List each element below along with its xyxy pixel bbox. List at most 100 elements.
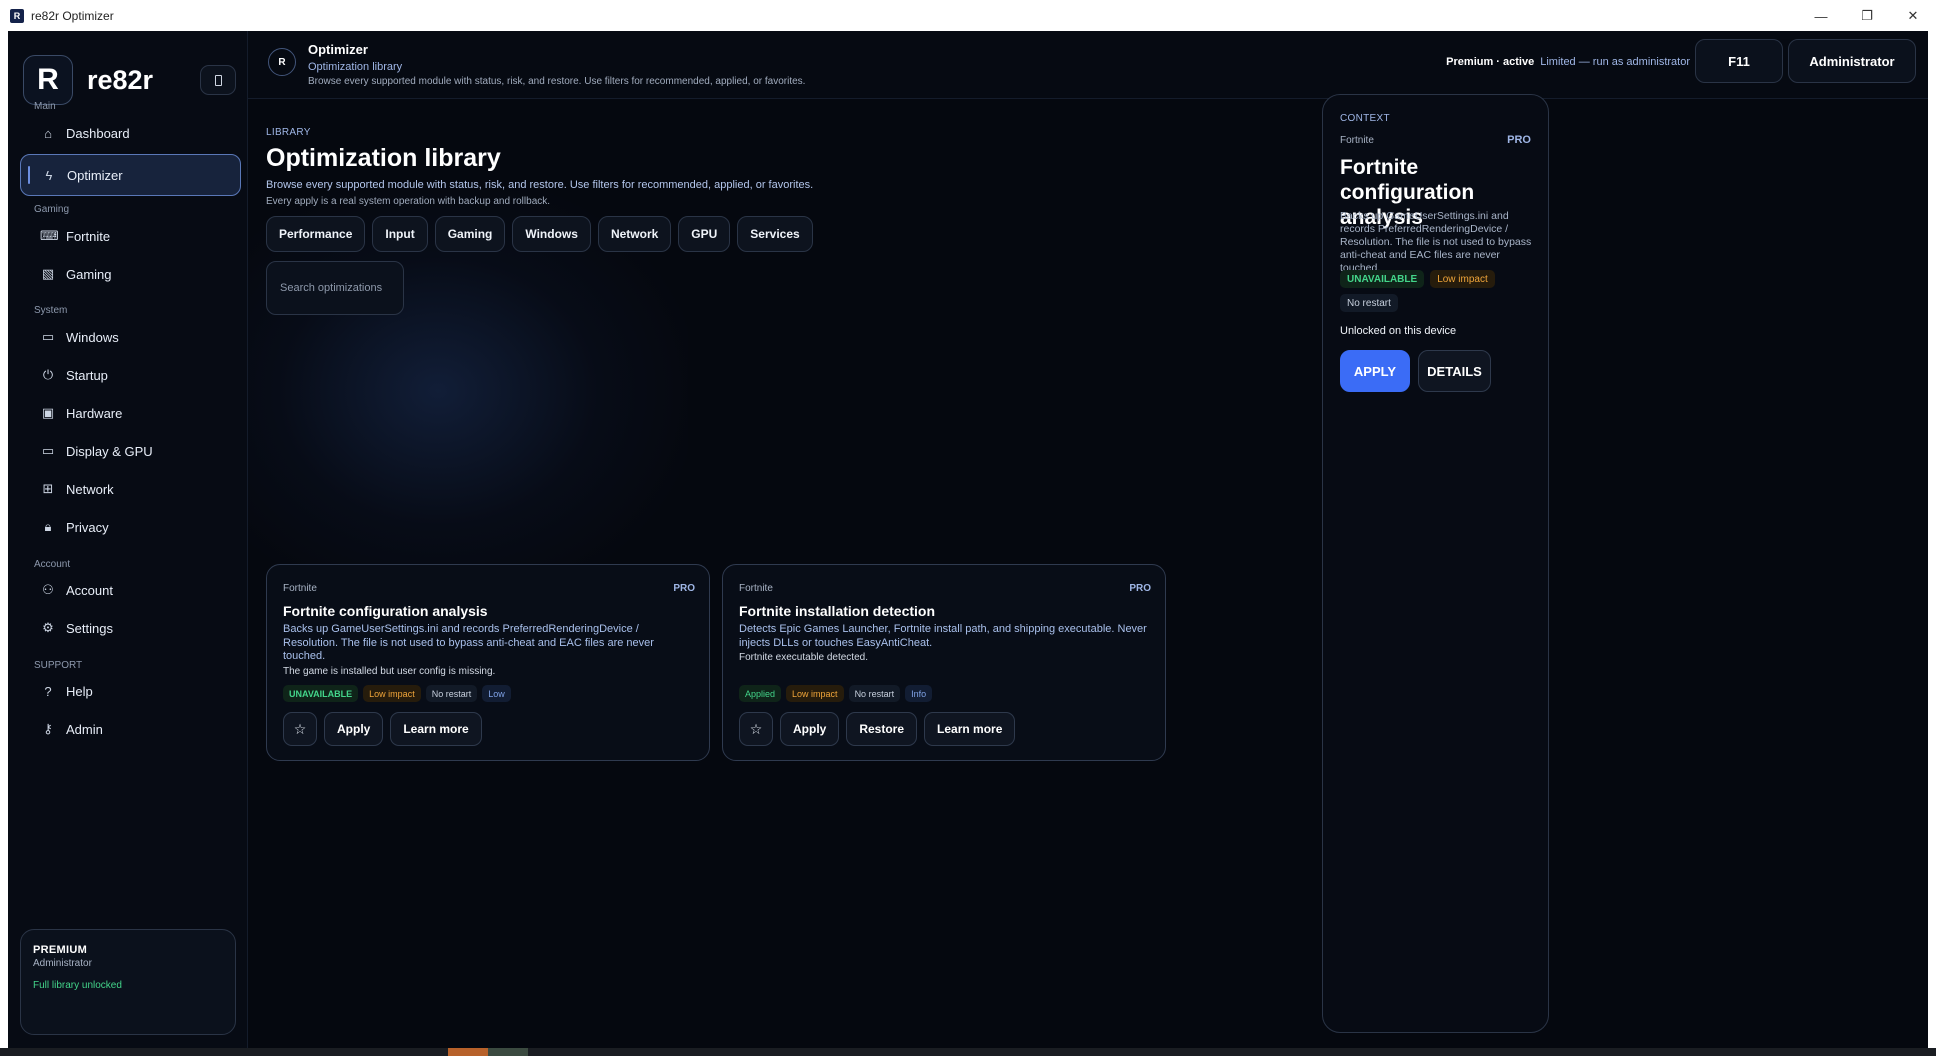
context-tags: UNAVAILABLE Low impact No restart bbox=[1340, 270, 1540, 312]
restore-button[interactable]: ❐ bbox=[1844, 0, 1890, 32]
status-badge: UNAVAILABLE bbox=[1340, 270, 1425, 288]
sidebar-item-optimizer[interactable]: ϟ Optimizer bbox=[20, 154, 241, 196]
sidebar-item-label: Admin bbox=[66, 721, 103, 737]
header-title: Optimizer bbox=[308, 42, 368, 57]
restore-button[interactable]: Restore bbox=[846, 712, 918, 746]
gear-icon: ⚙ bbox=[42, 620, 54, 635]
sidebar-item-dashboard[interactable]: ⌂ Dashboard bbox=[20, 112, 241, 154]
sidebar-item-settings[interactable]: ⚙ Settings bbox=[20, 607, 241, 649]
filter-network[interactable]: Network bbox=[597, 216, 672, 252]
minimize-button[interactable]: — bbox=[1798, 0, 1844, 32]
chip-icon: ▣ bbox=[41, 405, 55, 420]
premium-status: Full library unlocked bbox=[33, 980, 122, 991]
card-description: Backs up GameUserSettings.ini and record… bbox=[283, 623, 654, 662]
monitor-icon: ▭ bbox=[41, 443, 55, 458]
taskbar-app-2[interactable] bbox=[488, 1048, 528, 1056]
favorite-star-icon[interactable]: ☆ bbox=[283, 712, 317, 746]
sidebar-item-label: Network bbox=[66, 481, 114, 497]
home-icon: ⌂ bbox=[44, 125, 52, 141]
sidebar-item-network[interactable]: ⊞ Network bbox=[20, 468, 241, 510]
close-button[interactable]: ✕ bbox=[1890, 0, 1936, 32]
card-note: The game is installed but user config is… bbox=[283, 666, 496, 677]
filter-gpu[interactable]: GPU bbox=[678, 216, 731, 252]
bolt-icon: ϟ bbox=[45, 167, 53, 183]
sidebar-item-privacy[interactable]: 🔒︎ Privacy bbox=[20, 506, 241, 548]
sidebar-item-label: Fortnite bbox=[66, 228, 111, 244]
window-controls: — ❐ ✕ bbox=[1798, 0, 1936, 32]
app-icon: R bbox=[10, 9, 24, 23]
context-actions: APPLY DETAILS bbox=[1340, 350, 1491, 392]
card-category: Fortnite bbox=[283, 583, 317, 594]
sidebar-item-label: Windows bbox=[66, 329, 119, 345]
f11-button[interactable]: F11 bbox=[1695, 39, 1783, 83]
premium-card: PREMIUM Administrator Full library unloc… bbox=[20, 929, 236, 1035]
context-apply-button[interactable]: APPLY bbox=[1340, 350, 1410, 392]
user-icon: ⚇ bbox=[42, 582, 54, 597]
sidebar-collapse-button[interactable] bbox=[200, 65, 236, 95]
taskbar-app-1[interactable] bbox=[448, 1048, 488, 1056]
sidebar-item-hardware[interactable]: ▣ Hardware bbox=[20, 392, 241, 434]
premium-role: Administrator bbox=[33, 958, 92, 969]
risk-badge: Info bbox=[905, 685, 933, 702]
brand-logo: R bbox=[23, 55, 73, 105]
administrator-button[interactable]: Administrator bbox=[1788, 39, 1916, 83]
impact-badge: Low impact bbox=[786, 685, 844, 702]
sidebar-item-help[interactable]: ? Help bbox=[20, 670, 241, 712]
filter-services[interactable]: Services bbox=[737, 216, 813, 252]
filter-performance[interactable]: Performance bbox=[266, 216, 366, 252]
library-description: Browse every supported module with statu… bbox=[266, 179, 814, 191]
filter-input[interactable]: Input bbox=[372, 216, 428, 252]
question-icon: ? bbox=[44, 683, 52, 699]
filter-windows[interactable]: Windows bbox=[512, 216, 591, 252]
apply-button[interactable]: Apply bbox=[324, 712, 384, 746]
sidebar-item-gaming[interactable]: ▧ Gaming bbox=[20, 253, 241, 295]
search-input[interactable] bbox=[266, 261, 404, 315]
lock-icon: 🔒︎ bbox=[44, 519, 52, 534]
optimization-card-config-analysis[interactable]: Fortnite PRO Fortnite configuration anal… bbox=[266, 564, 710, 761]
learn-more-button[interactable]: Learn more bbox=[390, 712, 482, 746]
favorite-star-icon[interactable]: ☆ bbox=[739, 712, 773, 746]
card-tags: Applied Low impact No restart Info bbox=[739, 685, 933, 702]
app-window: R re82r Main ⌂ Dashboard ϟ Optimizer Gam… bbox=[8, 31, 1928, 1048]
brand-name: re82r bbox=[87, 64, 154, 95]
restart-badge: No restart bbox=[1340, 294, 1398, 312]
sidebar-item-label: Privacy bbox=[66, 519, 109, 535]
nav-section-main: Main bbox=[34, 101, 56, 112]
sidebar-item-label: Account bbox=[66, 582, 113, 598]
sidebar-item-admin[interactable]: ⚷ Admin bbox=[20, 708, 241, 750]
filter-gaming[interactable]: Gaming bbox=[434, 216, 506, 252]
sidebar-item-label: Gaming bbox=[66, 266, 112, 282]
unlocked-status: Unlocked on this device bbox=[1340, 325, 1457, 337]
card-tier-badge: PRO bbox=[1129, 583, 1151, 594]
filter-bar: Performance Input Gaming Windows Network… bbox=[266, 216, 813, 252]
learn-more-button[interactable]: Learn more bbox=[924, 712, 1016, 746]
apply-button[interactable]: Apply bbox=[780, 712, 840, 746]
sidebar-item-label: Optimizer bbox=[67, 167, 123, 183]
sidebar-item-windows[interactable]: ▭ Windows bbox=[20, 316, 241, 358]
gamepad-icon: ⌨ bbox=[40, 228, 59, 243]
card-actions: ☆ Apply Restore Learn more bbox=[739, 712, 1016, 746]
sidebar-item-account[interactable]: ⚇ Account bbox=[20, 569, 241, 611]
header-description: Browse every supported module with statu… bbox=[308, 76, 806, 87]
sidebar-item-fortnite[interactable]: ⌨ Fortnite bbox=[20, 215, 241, 257]
header-subtitle: Optimization library bbox=[308, 61, 403, 73]
sidebar-item-startup[interactable]: ⏻ Startup bbox=[20, 354, 241, 396]
limited-status-text: Limited — run as administrator bbox=[1540, 56, 1690, 68]
laptop-icon: ▭ bbox=[41, 329, 55, 344]
taskbar-edge bbox=[0, 1048, 1936, 1056]
page-title: Optimization library bbox=[266, 144, 501, 172]
window-title: re82r Optimizer bbox=[31, 9, 114, 23]
context-details-button[interactable]: DETAILS bbox=[1418, 350, 1491, 392]
impact-badge: Low impact bbox=[1430, 270, 1495, 288]
optimization-card-install-detection[interactable]: Fortnite PRO Fortnite installation detec… bbox=[722, 564, 1166, 761]
sidebar-toggle-icon bbox=[214, 74, 222, 86]
sidebar-item-display-gpu[interactable]: ▭ Display & GPU bbox=[20, 430, 241, 472]
card-actions: ☆ Apply Learn more bbox=[283, 712, 482, 746]
card-category: Fortnite bbox=[739, 583, 773, 594]
status-badge: UNAVAILABLE bbox=[283, 685, 359, 702]
restart-badge: No restart bbox=[848, 685, 901, 702]
restart-badge: No restart bbox=[425, 685, 478, 702]
os-titlebar: R re82r Optimizer — ❐ ✕ bbox=[0, 0, 1936, 32]
sidebar: R re82r Main ⌂ Dashboard ϟ Optimizer Gam… bbox=[8, 31, 248, 1048]
key-icon: ⚷ bbox=[43, 721, 53, 736]
